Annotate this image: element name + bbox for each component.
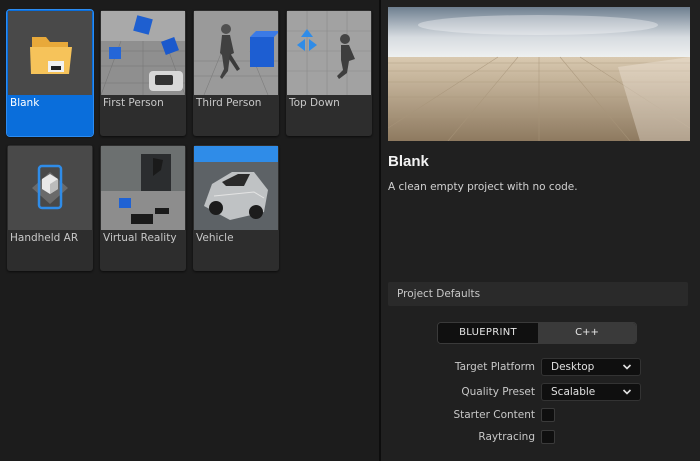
template-tile-vehicle[interactable]: Vehicle (193, 145, 279, 271)
third-person-thumbnail (194, 11, 278, 95)
template-label: Vehicle (196, 232, 234, 244)
folder-icon (8, 11, 92, 95)
top-down-thumbnail (287, 11, 371, 95)
car-thumbnail (194, 146, 278, 230)
section-title: Project Defaults (397, 288, 481, 300)
chevron-down-icon (622, 389, 632, 395)
template-grid: Blank First Person Third Person Top Down… (0, 0, 379, 461)
target-platform-label: Target Platform (454, 361, 535, 373)
template-tile-blank[interactable]: Blank (6, 9, 94, 137)
template-tile-first-person[interactable]: First Person (100, 10, 186, 136)
template-thumbnail (287, 11, 371, 95)
template-tile-top-down[interactable]: Top Down (286, 10, 372, 136)
target-platform-dropdown[interactable]: Desktop (541, 358, 641, 376)
template-label: Handheld AR (10, 232, 79, 244)
cpp-option[interactable]: C++ (538, 323, 636, 343)
template-label: First Person (103, 97, 164, 109)
phone-ar-icon (8, 146, 92, 230)
details-panel: Blank A clean empty project with no code… (381, 0, 700, 461)
chevron-down-icon (622, 364, 632, 370)
first-person-thumbnail (101, 11, 185, 95)
template-label: Virtual Reality (103, 232, 177, 244)
template-tile-virtual-reality[interactable]: Virtual Reality (100, 145, 186, 271)
template-tile-handheld-ar[interactable]: Handheld AR (7, 145, 93, 271)
template-label: Blank (10, 97, 40, 109)
raytracing-checkbox[interactable] (541, 430, 555, 444)
template-thumbnail (194, 11, 278, 95)
blueprint-option[interactable]: BLUEPRINT (438, 323, 538, 343)
project-defaults-header[interactable]: Project Defaults (388, 282, 688, 306)
template-preview-image (388, 7, 690, 141)
template-description: A clean empty project with no code. (388, 181, 578, 193)
starter-content-label: Starter Content (453, 409, 535, 421)
template-thumbnail (101, 11, 185, 95)
quality-preset-label: Quality Preset (461, 386, 535, 398)
vr-thumbnail (101, 146, 185, 230)
template-thumbnail (8, 146, 92, 230)
language-toggle: BLUEPRINT C++ (437, 322, 637, 344)
raytracing-label: Raytracing (478, 431, 535, 443)
template-tile-third-person[interactable]: Third Person (193, 10, 279, 136)
starter-content-checkbox[interactable] (541, 408, 555, 422)
quality-preset-dropdown[interactable]: Scalable (541, 383, 641, 401)
template-thumbnail (194, 146, 278, 230)
quality-preset-value: Scalable (551, 386, 596, 398)
template-thumbnail (8, 11, 92, 95)
target-platform-value: Desktop (551, 361, 595, 373)
template-thumbnail (101, 146, 185, 230)
template-label: Third Person (196, 97, 262, 109)
template-title: Blank (388, 153, 429, 170)
template-label: Top Down (289, 97, 340, 109)
